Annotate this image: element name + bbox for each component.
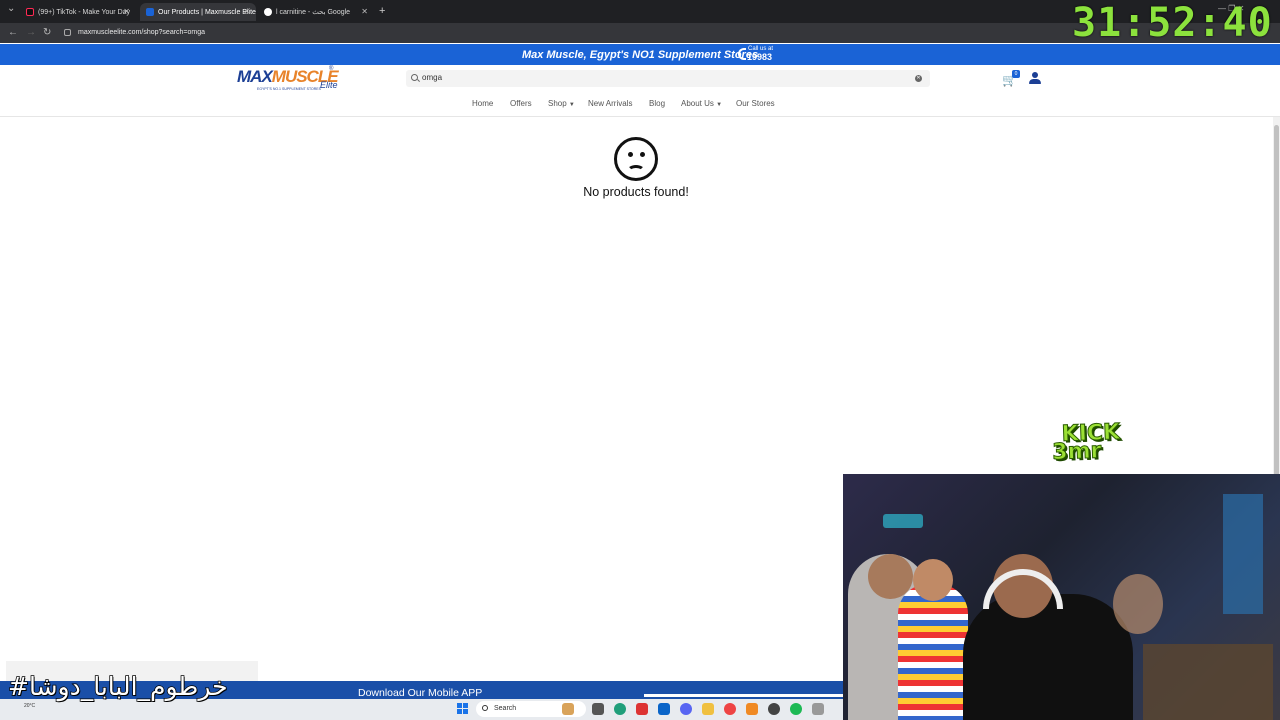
- reload-icon[interactable]: ↻: [43, 27, 51, 38]
- new-tab-button[interactable]: +: [379, 5, 385, 17]
- nav-blog[interactable]: Blog: [649, 99, 665, 108]
- close-icon[interactable]: ✕: [361, 7, 368, 16]
- google-icon: [264, 8, 272, 16]
- nav-about-label: About Us: [681, 99, 714, 108]
- stream-timer: 31:52:40: [1072, 0, 1273, 46]
- search-icon: [482, 705, 488, 711]
- media-app-icon[interactable]: [636, 703, 648, 715]
- search-value: omga: [422, 73, 443, 82]
- nav-home[interactable]: Home: [472, 99, 493, 108]
- promo-text: Max Muscle, Egypt's NO1 Supplement Store…: [521, 48, 759, 61]
- no-products-message: No products found!: [583, 185, 689, 199]
- chair: [1143, 644, 1273, 720]
- user-account-icon[interactable]: [1029, 72, 1041, 84]
- address-bar[interactable]: maxmuscleelite.com/shop?search=omga: [60, 25, 1060, 41]
- kick-logo: KICK 3mr: [1051, 419, 1121, 465]
- logo-tagline: EGYPT'S NO.1 SUPPLEMENT STORES: [257, 87, 321, 91]
- site-favicon-icon: [146, 8, 154, 16]
- discord-icon[interactable]: [680, 703, 692, 715]
- search-icon: [411, 74, 418, 81]
- logo-text-max: MAX: [237, 67, 273, 86]
- tiktok-icon: [26, 8, 34, 16]
- tab-google[interactable]: l carnitine - بحث Google ✕: [258, 3, 374, 21]
- obs-icon[interactable]: [768, 703, 780, 715]
- nav-about-us[interactable]: About Us ▼: [681, 99, 722, 108]
- caret-down-icon: ▼: [568, 102, 575, 108]
- nav-shop[interactable]: Shop ▼: [548, 99, 575, 108]
- clear-search-icon[interactable]: ✕: [915, 75, 922, 82]
- sad-face-icon: [614, 137, 658, 181]
- task-view-icon[interactable]: [592, 703, 604, 715]
- widget-icon[interactable]: [562, 703, 574, 715]
- person-background: [1113, 574, 1163, 634]
- caret-down-icon: ▼: [716, 102, 723, 108]
- forward-icon[interactable]: →: [26, 27, 36, 38]
- outlook-icon[interactable]: [658, 703, 670, 715]
- nav-our-stores[interactable]: Our Stores: [736, 99, 775, 108]
- windows-taskbar: [0, 699, 843, 720]
- folder-icon[interactable]: [702, 703, 714, 715]
- calculator-icon[interactable]: [812, 703, 824, 715]
- promo-banner: Max Muscle, Egypt's NO1 Supplement Store…: [0, 44, 1280, 65]
- app-banner-text[interactable]: Download Our Mobile APP: [358, 687, 482, 699]
- child: [898, 584, 968, 720]
- search-input[interactable]: [406, 70, 930, 87]
- edge-icon[interactable]: [614, 703, 626, 715]
- start-icon[interactable]: [457, 703, 469, 715]
- tab-label: l carnitine - بحث Google: [276, 9, 351, 16]
- tab-maxmuscle[interactable]: Our Products | Maxmuscle Elite ✕: [140, 3, 256, 21]
- app-banner-bar: [644, 694, 843, 697]
- close-icon[interactable]: ✕: [243, 7, 250, 16]
- nav-new-arrivals[interactable]: New Arrivals: [588, 99, 632, 108]
- cart-count-badge: 0: [1012, 70, 1020, 78]
- tab-search-icon[interactable]: ⌄: [7, 3, 15, 14]
- shelf-light: [1223, 494, 1263, 614]
- logo-elite: Elite: [320, 80, 338, 90]
- face: [913, 559, 953, 601]
- nav-offers[interactable]: Offers: [510, 99, 532, 108]
- nav-shop-label: Shop: [548, 99, 567, 108]
- back-icon[interactable]: ←: [8, 27, 18, 38]
- chrome-icon[interactable]: [724, 703, 736, 715]
- app-icon[interactable]: [746, 703, 758, 715]
- close-icon[interactable]: ✕: [123, 7, 130, 16]
- spotify-icon[interactable]: [790, 703, 802, 715]
- person-main: [963, 594, 1133, 720]
- hotline-number[interactable]: 19983: [747, 52, 772, 62]
- tab-label: Our Products | Maxmuscle Elite: [158, 8, 256, 16]
- weather-widget[interactable]: 20°C: [24, 703, 35, 709]
- neon-sign: [883, 514, 923, 528]
- registered-mark: ®: [329, 66, 334, 72]
- tab-label: (99+) TikTok - Make Your Day: [38, 8, 131, 16]
- phone-icon: [738, 48, 746, 60]
- webcam-feed: [843, 474, 1280, 720]
- tab-tiktok[interactable]: (99+) TikTok - Make Your Day ✕: [20, 3, 136, 21]
- hashtag-overlay: #خرطوم_البابا_دوشا: [7, 671, 228, 702]
